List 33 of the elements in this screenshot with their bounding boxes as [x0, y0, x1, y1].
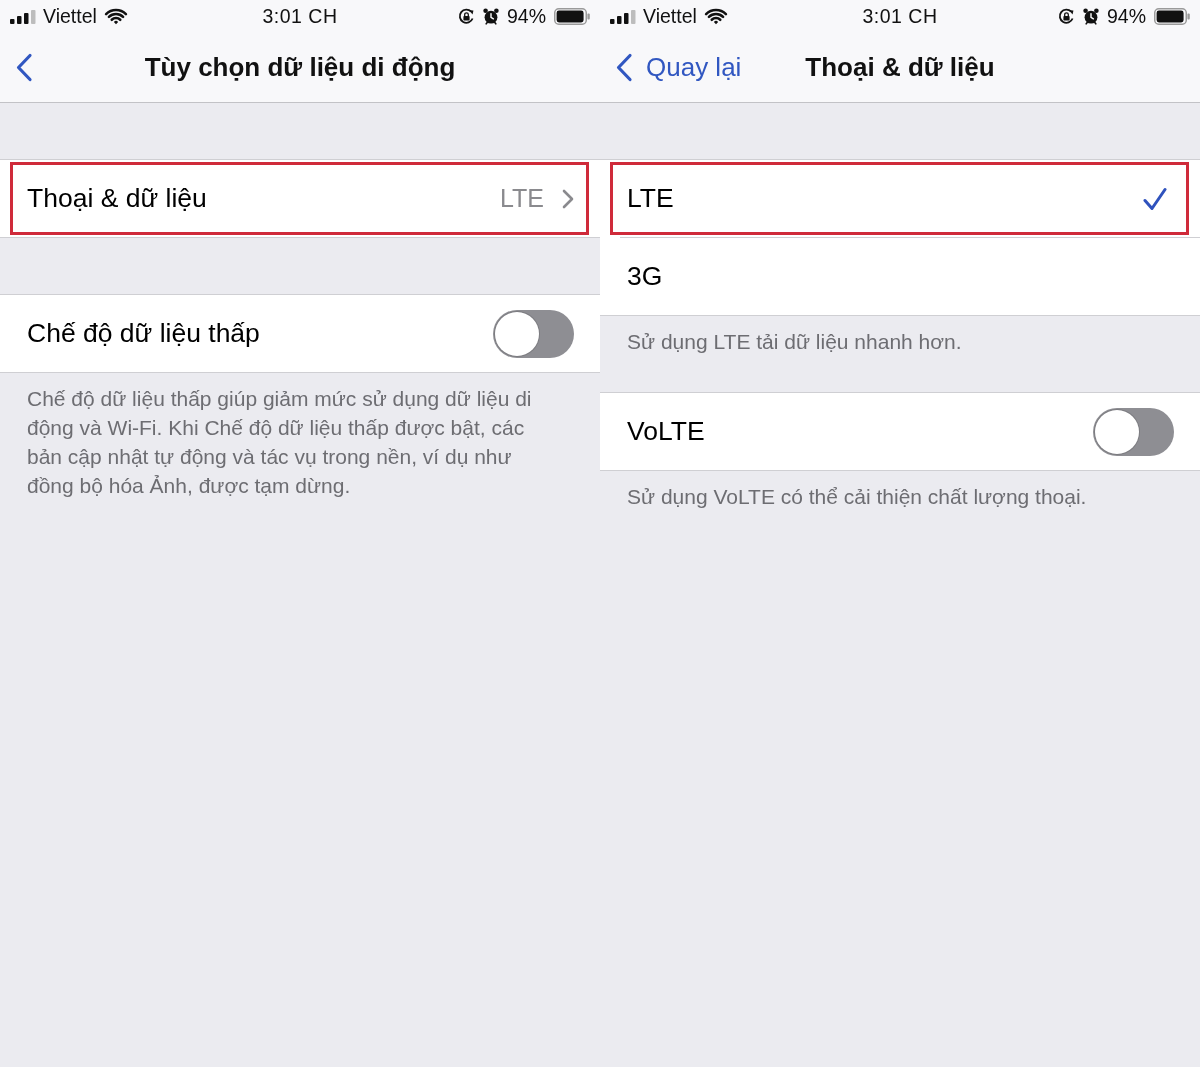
row-label[interactable]: 3G: [627, 261, 1174, 292]
orientation-lock-icon: [457, 8, 475, 25]
battery-icon: [554, 8, 590, 25]
status-time: 3:01 CH: [862, 5, 938, 28]
group-footer-text: Sử dụng LTE tải dữ liệu nhanh hơn.: [626, 329, 963, 355]
screen-title: Thoại & dữ liệu: [805, 52, 995, 83]
row-value: LTE: [500, 184, 544, 213]
alarm-clock-icon: [482, 8, 499, 25]
carrier-name: Viettel: [43, 5, 97, 28]
group-footer-text: Chế độ dữ liệu thấp giúp giảm mức sử dụng dữ liệu di động và Wi-Fi. Khi Chế độ dữ liệu thấp được bật, các bản cập nhật tự động và tác vụ trong nền, ví dụ như đồng bộ hóa Ảnh, được tạm dừng.: [26, 386, 533, 499]
orientation-lock-icon: [1057, 8, 1075, 25]
toggle-switch[interactable]: [1093, 407, 1174, 456]
alarm-clock-icon: [1082, 8, 1099, 25]
signal-bars-icon: [610, 9, 636, 24]
row-label: Chế độ dữ liệu thấp: [27, 318, 261, 349]
row-label[interactable]: Thoại & dữ liệu: [27, 183, 500, 214]
row-label: VoLTE: [627, 416, 706, 447]
row-label[interactable]: LTE: [627, 183, 1143, 214]
carrier-name: Viettel: [643, 5, 697, 28]
battery-percent: 94%: [506, 5, 546, 28]
battery-percent: 94%: [1106, 5, 1146, 28]
chevron-left-icon: [15, 53, 33, 82]
toggle-switch[interactable]: [493, 309, 574, 358]
group-footer-text: Sử dụng VoLTE có thể cải thiện chất lượng thoại.: [626, 484, 1088, 510]
status-time: 3:01 CH: [262, 5, 338, 28]
wifi-icon: [703, 8, 728, 25]
back-button[interactable]: Quay lại: [613, 48, 744, 87]
chevron-left-icon: [615, 53, 633, 82]
screen-title: Tùy chọn dữ liệu di động: [144, 52, 456, 83]
battery-icon: [1154, 8, 1190, 25]
chevron-right-icon: [562, 188, 574, 209]
signal-bars-icon: [10, 9, 36, 24]
wifi-icon: [103, 8, 128, 25]
